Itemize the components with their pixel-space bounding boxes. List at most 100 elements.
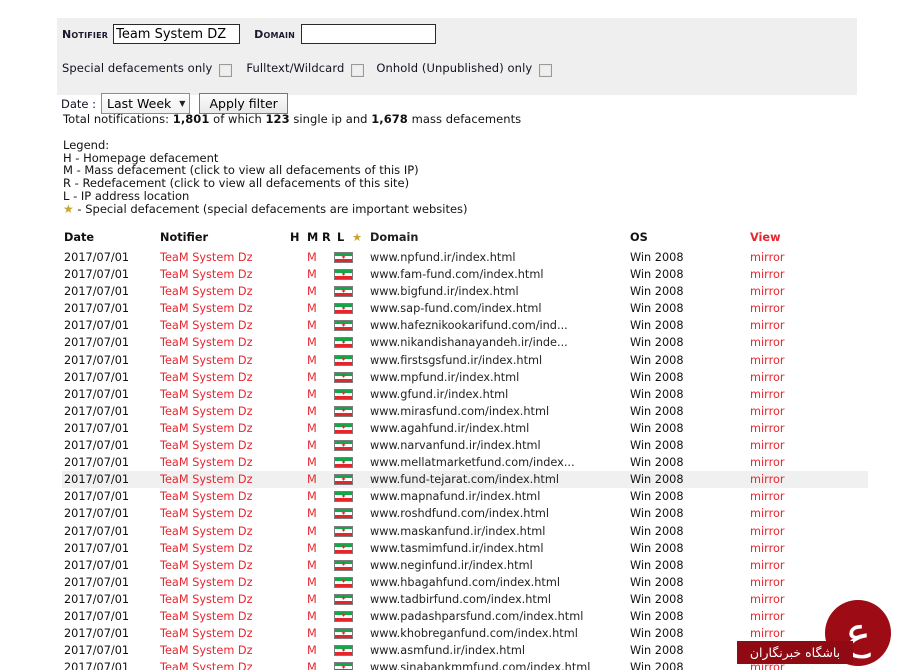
row-notifier[interactable]: TeaM System Dz — [160, 302, 253, 315]
table-row[interactable]: 2017/07/01 TeaM System Dz M ✦ www.mpfund.ir/… — [62, 369, 868, 386]
row-view-mirror-link[interactable]: mirror — [750, 490, 785, 503]
row-notifier[interactable]: TeaM System Dz — [160, 610, 253, 623]
row-notifier[interactable]: TeaM System Dz — [160, 559, 253, 572]
apply-filter-button[interactable]: Apply filter — [199, 93, 288, 114]
row-notifier[interactable]: TeaM System Dz — [160, 319, 253, 332]
iran-flag-icon[interactable]: ✦ — [334, 252, 353, 263]
iran-flag-icon[interactable]: ✦ — [334, 337, 353, 349]
iran-flag-icon[interactable]: ✦ — [334, 457, 353, 469]
row-view-mirror-link[interactable]: mirror — [750, 251, 785, 264]
row-domain[interactable]: www.npfund.ir/index.html — [370, 251, 515, 264]
row-domain[interactable]: www.bigfund.ir/index.html — [370, 285, 519, 298]
row-notifier[interactable]: TeaM System Dz — [160, 422, 253, 435]
table-row[interactable]: 2017/07/01 TeaM System Dz M ✦ www.neginfund.… — [62, 557, 868, 574]
iran-flag-icon[interactable]: ✦ — [334, 645, 353, 657]
row-domain[interactable]: www.fund-tejarat.com/index.html — [370, 473, 559, 486]
row-notifier[interactable]: TeaM System Dz — [160, 542, 253, 555]
row-flag-m[interactable]: M — [307, 405, 317, 418]
row-notifier[interactable]: TeaM System Dz — [160, 388, 253, 401]
row-notifier[interactable]: TeaM System Dz — [160, 251, 253, 264]
row-view-mirror-link[interactable]: mirror — [750, 354, 785, 367]
row-domain[interactable]: www.narvanfund.ir/index.html — [370, 439, 541, 452]
row-domain[interactable]: www.neginfund.ir/index.html — [370, 559, 533, 572]
row-view-mirror-link[interactable]: mirror — [750, 405, 785, 418]
row-view-mirror-link[interactable]: mirror — [750, 388, 785, 401]
row-notifier[interactable]: TeaM System Dz — [160, 371, 253, 384]
row-flag-m[interactable]: M — [307, 644, 317, 657]
row-flag-m[interactable]: M — [307, 610, 317, 623]
table-row[interactable]: 2017/07/01 TeaM System Dz M ✦ www.sap-fund.c… — [62, 300, 868, 317]
row-flag-m[interactable]: M — [307, 593, 317, 606]
table-row[interactable]: 2017/07/01 TeaM System Dz M ✦ www.tasmimfund… — [62, 540, 868, 557]
iran-flag-icon[interactable]: ✦ — [334, 662, 353, 670]
row-view-mirror-link[interactable]: mirror — [750, 268, 785, 281]
row-flag-m[interactable]: M — [307, 576, 317, 589]
row-notifier[interactable]: TeaM System Dz — [160, 490, 253, 503]
iran-flag-icon[interactable]: ✦ — [334, 593, 353, 605]
notifier-input[interactable] — [113, 24, 241, 44]
row-domain[interactable]: www.hafeznikookarifund.com/ind... — [370, 319, 568, 332]
row-flag-m[interactable]: M — [307, 319, 317, 332]
row-domain[interactable]: www.nikandishanayandeh.ir/inde... — [370, 336, 568, 349]
row-flag-m[interactable]: M — [307, 525, 317, 538]
table-row[interactable]: 2017/07/01 TeaM System Dz M ✦ www.bigfund.ir… — [62, 283, 868, 300]
row-notifier[interactable]: TeaM System Dz — [160, 576, 253, 589]
row-view-mirror-link[interactable]: mirror — [750, 336, 785, 349]
iran-flag-icon[interactable]: ✦ — [334, 576, 353, 588]
table-row[interactable]: 2017/07/01 TeaM System Dz M ✦ www.mirasfund.… — [62, 403, 868, 420]
table-row[interactable]: 2017/07/01 TeaM System Dz M ✦ www.mellatmark… — [62, 454, 868, 471]
table-row[interactable]: 2017/07/01 TeaM System Dz M ✦ www.hafeznikoo… — [62, 317, 868, 334]
row-flag-m[interactable]: M — [307, 542, 317, 555]
row-domain[interactable]: www.tadbirfund.com/index.html — [370, 593, 551, 606]
row-view-mirror-link[interactable]: mirror — [750, 319, 785, 332]
row-view-mirror-link[interactable]: mirror — [750, 371, 785, 384]
row-notifier[interactable]: TeaM System Dz — [160, 439, 253, 452]
row-domain[interactable]: www.gfund.ir/index.html — [370, 388, 508, 401]
iran-flag-icon[interactable]: ✦ — [334, 422, 353, 434]
row-domain[interactable]: www.mapnafund.ir/index.html — [370, 490, 540, 503]
row-notifier[interactable]: TeaM System Dz — [160, 473, 253, 486]
onhold-checkbox[interactable] — [539, 63, 553, 77]
row-notifier[interactable]: TeaM System Dz — [160, 268, 253, 281]
row-flag-m[interactable]: M — [307, 422, 317, 435]
row-domain[interactable]: www.agahfund.ir/index.html — [370, 422, 529, 435]
row-domain[interactable]: www.mirasfund.com/index.html — [370, 405, 549, 418]
table-row[interactable]: 2017/07/01 TeaM System Dz M ✦ www.firstsgsfu… — [62, 352, 868, 369]
iran-flag-icon[interactable]: ✦ — [334, 371, 353, 383]
table-row[interactable]: 2017/07/01 TeaM System Dz M ✦ www.nikandisha… — [62, 334, 868, 351]
row-view-mirror-link[interactable]: mirror — [750, 473, 785, 486]
table-row[interactable]: 2017/07/01 TeaM System Dz M ✦ www.gfund.ir/i… — [62, 386, 868, 403]
row-view-mirror-link[interactable]: mirror — [750, 285, 785, 298]
row-domain[interactable]: www.asmfund.ir/index.html — [370, 644, 525, 657]
table-row[interactable]: 2017/07/01 TeaM System Dz M ✦ www.roshdfund.… — [62, 505, 868, 522]
row-flag-m[interactable]: M — [307, 371, 317, 384]
table-row[interactable]: 2017/07/01 TeaM System Dz M ✦ www.agahfund.i… — [62, 420, 868, 437]
row-notifier[interactable]: TeaM System Dz — [160, 525, 253, 538]
row-domain[interactable]: www.mellatmarketfund.com/index... — [370, 456, 575, 469]
domain-input[interactable] — [301, 24, 437, 44]
row-domain[interactable]: www.sap-fund.com/index.html — [370, 302, 542, 315]
row-view-mirror-link[interactable]: mirror — [750, 525, 785, 538]
row-view-mirror-link[interactable]: mirror — [750, 422, 785, 435]
iran-flag-icon[interactable]: ✦ — [334, 269, 353, 281]
row-view-mirror-link[interactable]: mirror — [750, 456, 785, 469]
table-row[interactable]: 2017/07/01 TeaM System Dz M ✦ www.fund-tejar… — [62, 471, 868, 489]
iran-flag-icon[interactable]: ✦ — [334, 542, 353, 554]
iran-flag-icon[interactable]: ✦ — [334, 525, 353, 537]
row-flag-m[interactable]: M — [307, 388, 317, 401]
row-flag-m[interactable]: M — [307, 627, 317, 640]
iran-flag-icon[interactable]: ✦ — [334, 405, 353, 417]
row-view-mirror-link[interactable]: mirror — [750, 507, 785, 520]
row-notifier[interactable]: TeaM System Dz — [160, 285, 253, 298]
fulltext-wildcard-checkbox[interactable] — [351, 63, 365, 77]
table-row[interactable]: 2017/07/01 TeaM System Dz M ✦ www.fam-fund.c… — [62, 266, 868, 283]
row-domain[interactable]: www.tasmimfund.ir/index.html — [370, 542, 544, 555]
row-domain[interactable]: www.khobreganfund.com/index.html — [370, 627, 578, 640]
row-view-mirror-link[interactable]: mirror — [750, 559, 785, 572]
row-view-mirror-link[interactable]: mirror — [750, 439, 785, 452]
row-notifier[interactable]: TeaM System Dz — [160, 405, 253, 418]
row-domain[interactable]: www.firstsgsfund.ir/index.html — [370, 354, 542, 367]
table-row[interactable]: 2017/07/01 TeaM System Dz M ✦ www.mapnafund.… — [62, 488, 868, 505]
iran-flag-icon[interactable]: ✦ — [334, 610, 353, 622]
row-flag-m[interactable]: M — [307, 661, 317, 670]
